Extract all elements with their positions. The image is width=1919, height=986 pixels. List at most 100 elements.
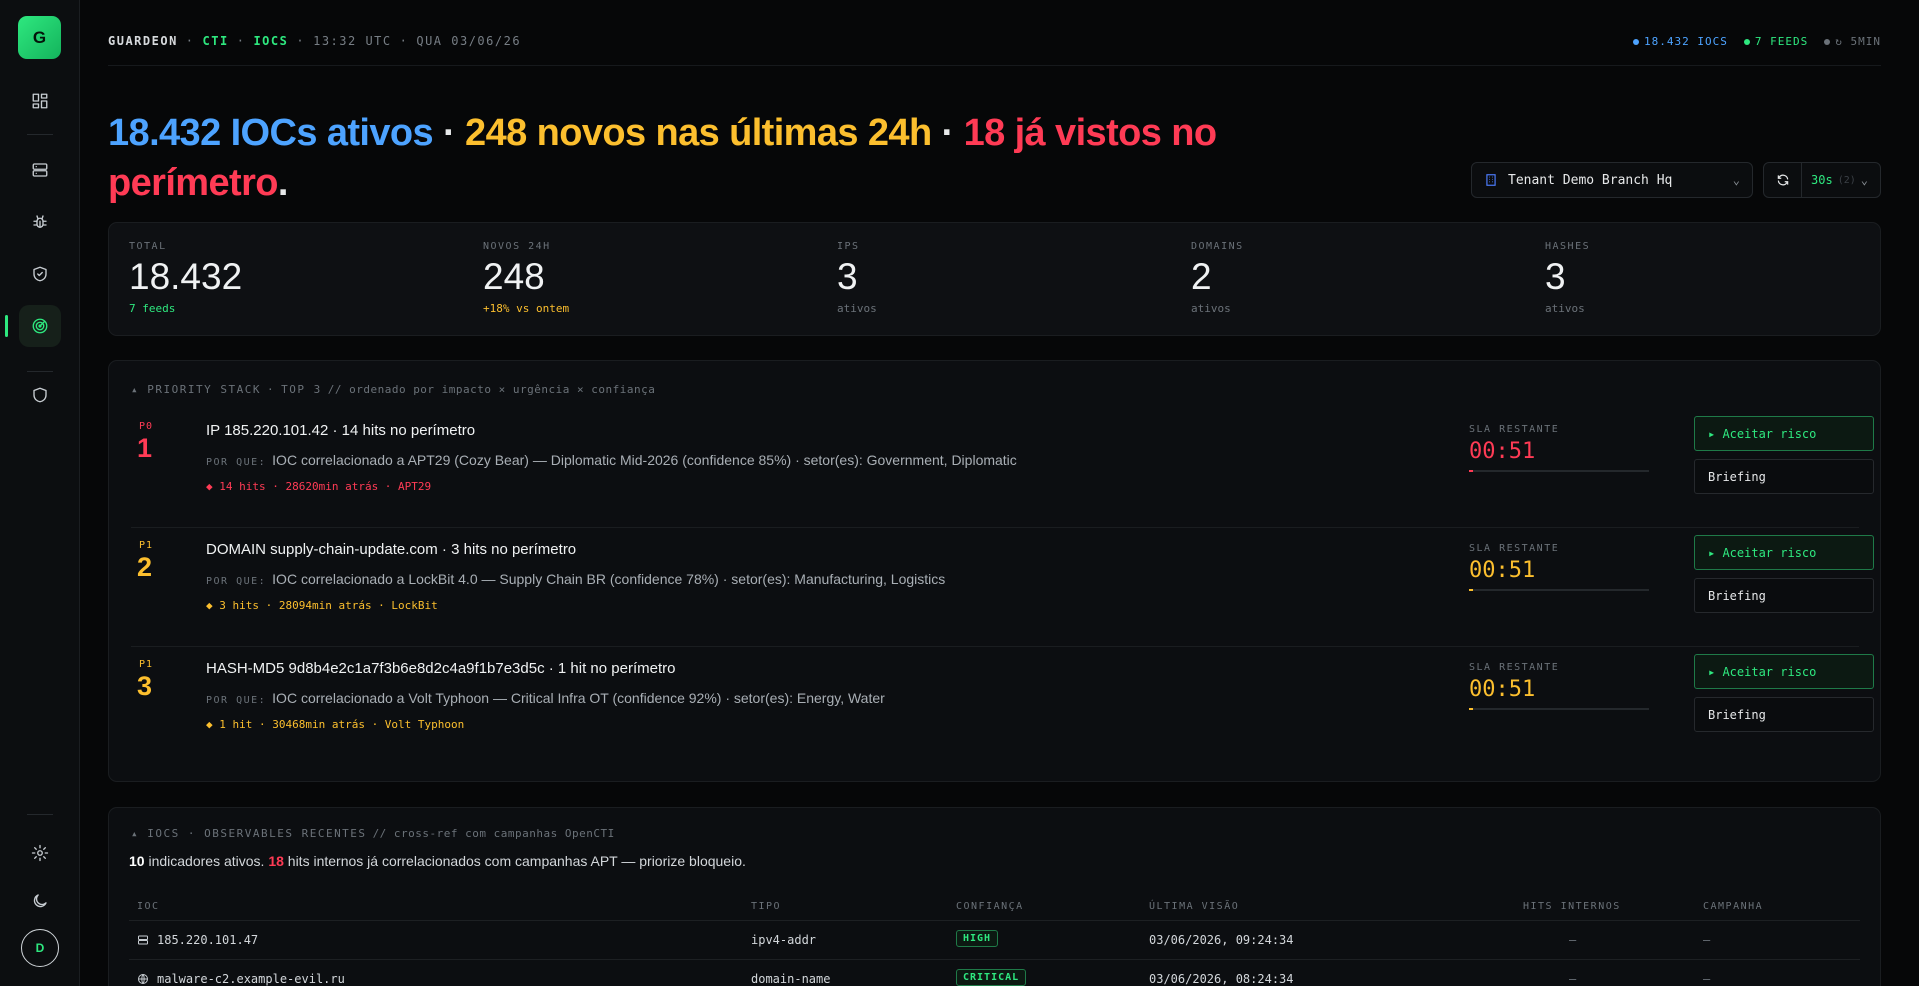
tenant-label: Tenant Demo Branch Hq [1508,172,1673,188]
ioc-count: 10 [129,853,145,869]
refresh-icon [1777,174,1788,186]
clock-date: QUA 03/06/26 [416,34,522,48]
type-cell: ipv4-addr [751,933,817,947]
confidence-badge: HIGH [956,930,999,947]
priority-reason: POR QUE: IOC correlacionado a LockBit 4.0… [206,571,945,587]
headline-sep: · [931,112,964,154]
priority-title[interactable]: IP 185.220.101.42 · 14 hits no perímetro [206,422,475,439]
accept-risk-button[interactable]: ▸ Aceitar risco [1694,416,1874,451]
briefing-button[interactable]: Briefing [1694,459,1874,494]
feeds-status: 7 FEEDS [1743,35,1808,48]
refresh-interval-hint: (2) [1837,174,1856,186]
shield-icon[interactable] [19,374,61,416]
user-avatar[interactable]: D [21,929,59,967]
priority-item: P1 3 HASH-MD5 9d8b4e2c1a7f3b6e8d2c4a9f1b7e… [131,647,1874,766]
dashboard-icon[interactable] [19,80,61,122]
bug-icon[interactable] [19,201,61,243]
priority-meta: ◆ 3 hits · 28094min atrás · LockBit [206,599,438,612]
column-header-ioc[interactable]: IOC [137,901,160,912]
app-logo[interactable]: G [18,16,61,59]
brand-name[interactable]: GUARDEON [108,34,178,48]
sla-progress-bar [1469,708,1649,710]
headline-new: 248 novos nas últimas 24h [465,112,932,154]
breadcrumb-section[interactable]: CTI [203,34,229,48]
status-dot-icon [1743,38,1750,45]
hits-count: 18 [268,853,284,869]
stat-sub: ativos [1191,302,1231,315]
priority-title[interactable]: DOMAIN supply-chain-update.com · 3 hits … [206,541,576,558]
iocs-panel: ▴ IOCS · OBSERVABLES RECENTES // cross-r… [108,807,1881,986]
status-indicators: 18.432 IOCS 7 FEEDS ↻ 5MIN [1633,35,1881,48]
panel-comment: // ordenado por impacto × urgência × con… [327,383,656,396]
gear-icon[interactable] [19,832,61,874]
stat-domains: DOMAINS 2 ativos [1191,241,1244,315]
globe-icon [137,972,157,986]
confidence-label: HIGH [956,930,999,947]
column-header-confidence[interactable]: CONFIANÇA [956,901,1024,912]
refresh-button[interactable] [1764,163,1802,197]
iocs-summary: 10 indicadores ativos. 18 hits internos … [129,853,746,869]
refresh-status: ↻ 5MIN [1824,35,1881,48]
accept-risk-button[interactable]: ▸ Aceitar risco [1694,654,1874,689]
shield-check-icon[interactable] [19,253,61,295]
sla-label: SLA RESTANTE [1469,543,1560,554]
briefing-button[interactable]: Briefing [1694,578,1874,613]
table-header: IOC TIPO CONFIANÇA ÚLTIMA VISÃO HITS INT… [129,891,1860,921]
tenant-select[interactable]: Tenant Demo Branch Hq ⌄ [1471,162,1753,198]
stat-label: HASHES [1545,241,1591,252]
priority-level: P0 [139,421,154,432]
stat-value: 2 [1191,256,1212,297]
priority-rank: 3 [137,671,153,701]
stat-total: TOTAL 18.432 7 feeds [129,241,242,315]
iocs-header: ▴ IOCS · OBSERVABLES RECENTES // cross-r… [131,827,615,840]
reason-label: POR QUE: [206,457,267,468]
campaign-cell: — [1703,972,1711,986]
reason-text: IOC correlacionado a Volt Typhoon — Crit… [272,690,885,706]
stat-new-24h: NOVOS 24H 248 +18% vs ontem [483,241,569,315]
table-row[interactable]: 185.220.101.47 ipv4-addr HIGH 03/06/2026, 0… [129,921,1860,960]
stat-value: 3 [837,256,858,297]
sla-progress-bar [1469,589,1649,591]
moon-icon[interactable] [19,880,61,922]
priority-stack-header: ▴ PRIORITY STACK · TOP 3 // ordenado por… [131,383,655,396]
confidence-label: CRITICAL [956,969,1027,986]
stat-sub: ativos [1545,302,1585,315]
accept-risk-button[interactable]: ▸ Aceitar risco [1694,535,1874,570]
clock-time: 13:32 UTC [313,34,392,48]
server-icon[interactable] [19,149,61,191]
topbar-divider [108,65,1881,66]
priority-item: P1 2 DOMAIN supply-chain-update.com · 3 hi… [131,528,1874,647]
ioc-cell: 185.220.101.47 [137,933,258,947]
sla-progress-fill [1469,708,1473,710]
table-row[interactable]: malware-c2.example-evil.ru domain-name CRI… [129,960,1860,986]
panel-title-sep: · [266,383,276,396]
internal-hits-cell: — [1569,933,1577,947]
stat-hashes: HASHES 3 ativos [1545,241,1590,315]
type-cell: domain-name [751,972,831,986]
priority-title[interactable]: HASH-MD5 9d8b4e2c1a7f3b6e8d2c4a9f1b7e3d5… [206,660,675,677]
breadcrumb-page: IOCS [253,34,289,48]
priority-rank: 1 [137,433,153,463]
ioc-count-label: 18.432 IOCS [1644,35,1728,48]
radar-icon[interactable] [19,305,61,347]
sidebar-divider [27,134,53,135]
priority-stack-panel: ▴ PRIORITY STACK · TOP 3 // ordenado por… [108,360,1881,782]
column-header-campaign[interactable]: CAMPANHA [1703,901,1763,912]
chevron-down-icon: ⌄ [1732,173,1740,187]
headline-active: 18.432 IOCs ativos [108,112,434,154]
reason-label: POR QUE: [206,576,267,587]
column-header-type[interactable]: TIPO [751,901,781,912]
stat-label: NOVOS 24H [483,241,551,252]
priority-meta: ◆ 1 hit · 30468min atrás · Volt Typhoon [206,718,465,731]
breadcrumb-separator: · [236,34,246,48]
stat-value: 3 [1545,256,1566,297]
server-icon [137,933,157,947]
reason-text: IOC correlacionado a APT29 (Cozy Bear) —… [272,452,1017,468]
last-seen-cell: 03/06/2026, 08:24:34 [1149,972,1294,986]
panel-subtitle: TOP 3 [281,383,322,396]
column-header-internal-hits[interactable]: HITS INTERNOS [1523,901,1621,912]
column-header-last-seen[interactable]: ÚLTIMA VISÃO [1149,901,1239,912]
refresh-interval-select[interactable]: 30s (2) ⌄ [1802,173,1868,187]
ioc-value: malware-c2.example-evil.ru [157,972,345,986]
briefing-button[interactable]: Briefing [1694,697,1874,732]
